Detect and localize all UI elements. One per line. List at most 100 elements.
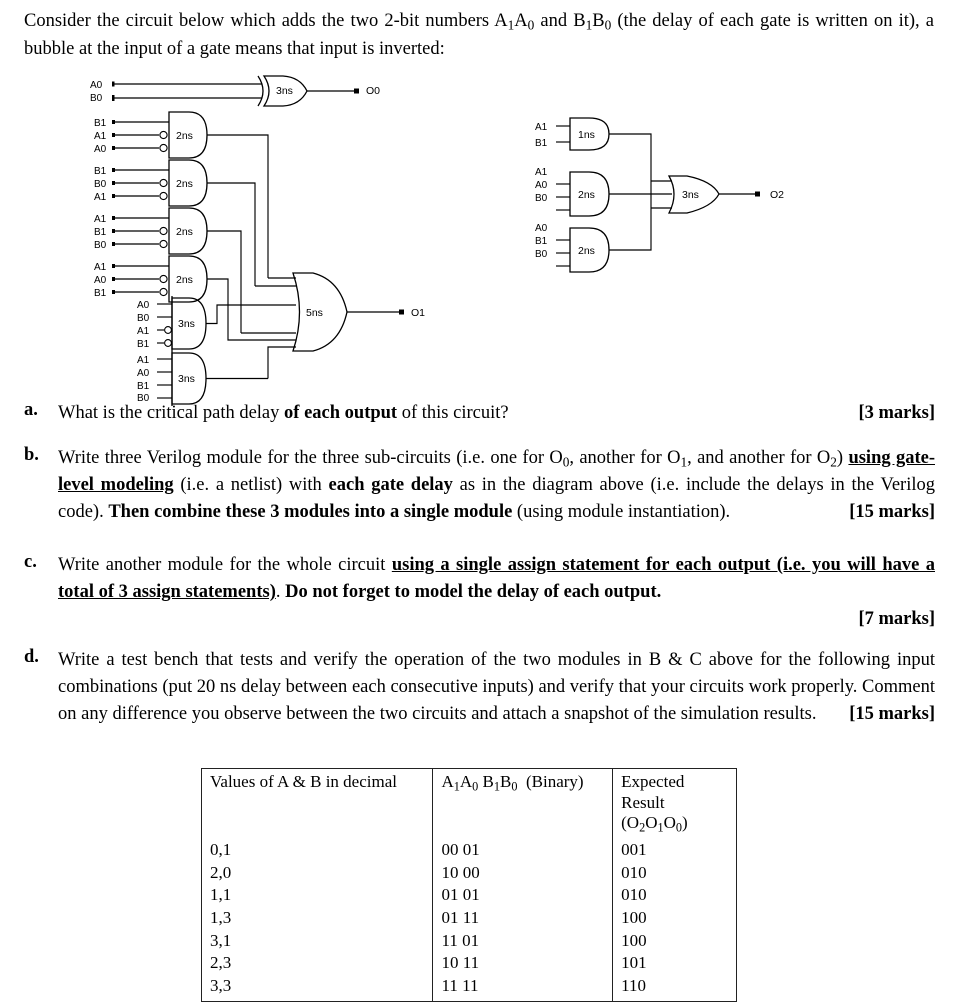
question-c-marks: [7 marks]	[858, 609, 935, 630]
question-item-d: d. Write a test bench that tests and ver…	[0, 647, 959, 728]
hdr-binary-paren: (Binary)	[517, 772, 584, 791]
qb-seg-2: , another for O	[569, 448, 681, 468]
g3-in-b1: B1	[94, 227, 107, 238]
gate-xor-3ns-o0: 3ns	[257, 75, 308, 107]
g5-in-b0: B0	[137, 313, 150, 324]
question-b-marks: [15 marks]	[849, 502, 935, 523]
gate-and-3ns-6: A1 A0 B1 B0 3ns	[137, 351, 207, 406]
qb-seg-12: (using module instantiation).	[512, 502, 731, 523]
g1-in-b1: B1	[94, 118, 107, 129]
gate-delay-o2-1: 1ns	[578, 129, 595, 141]
gate-or-5ns-o1: 5ns	[292, 272, 348, 352]
hdr-expected-line2: (O2O1O0)	[621, 813, 688, 835]
output-label-o0: O0	[366, 85, 380, 97]
table-row: 1,3 01 11 100	[200, 907, 737, 930]
question-item-a: a. What is the critical path delay of ea…	[0, 400, 959, 427]
cell-expected: 001	[612, 836, 737, 862]
qa-seg-0: What is the critical path delay	[58, 403, 285, 423]
table-header-row: Values of A & B in decimal A1A0 B1B0 (Bi…	[200, 767, 737, 837]
question-marker-a: a.	[24, 400, 38, 420]
qb-seg-11: Then combine these 3 modules into a sing…	[108, 502, 513, 523]
cell-expected: 010	[612, 884, 737, 908]
table-row: 2,0 10 00 010	[200, 861, 737, 885]
cell-decimal: 2,3	[200, 952, 434, 976]
intro-text-1: Consider the circuit below which adds th…	[24, 11, 508, 31]
table-row: 2,3 10 11 101	[200, 952, 737, 976]
cell-binary: 01 11	[432, 907, 614, 930]
table-header-expected: Expected Result (O2O1O0)	[612, 767, 737, 837]
question-body-a: What is the critical path delay of each …	[58, 400, 935, 427]
g5-in-a1: A1	[137, 326, 150, 337]
table-header-binary: A1A0 B1B0 (Binary)	[432, 767, 614, 837]
gate-delay-and5: 3ns	[178, 318, 195, 330]
gate-delay-and4: 2ns	[176, 274, 193, 286]
results-table-body: 0,1 00 01 001 2,0 10 00 010 1,1 01 01 01…	[200, 836, 737, 1002]
qc-seg-2: .	[275, 582, 286, 603]
cell-expected: 100	[612, 907, 737, 930]
gate-and-2ns-o2-3: A0 B1 B0 2ns	[535, 223, 610, 273]
question-item-c: c. Write another module for the whole ci…	[0, 552, 959, 633]
hdr-exp-sub0: 0	[675, 820, 683, 835]
o2g1-in-a1: A1	[535, 122, 548, 133]
table-row: 3,1 11 01 100	[200, 929, 737, 953]
g1-in-a0: A0	[94, 144, 107, 155]
cell-expected: 010	[612, 861, 737, 885]
question-body-b: Write three Verilog module for the three…	[58, 445, 935, 526]
g4-in-a0: A0	[94, 275, 107, 286]
intro-text-3: and B	[534, 11, 586, 31]
document-page: Consider the circuit below which adds th…	[0, 0, 959, 1002]
qb-seg-4: , and another for O	[687, 448, 831, 468]
g6-in-a0: A0	[137, 368, 150, 379]
intro-text-2: A	[514, 11, 528, 31]
g3-in-a1: A1	[94, 214, 107, 225]
question-d-marks: [15 marks]	[849, 704, 935, 725]
cell-decimal: 1,1	[200, 884, 434, 908]
gate-delay-o0: 3ns	[276, 85, 293, 97]
gate-and-3ns-5: A0 B0 A1 B1 3ns	[137, 296, 207, 351]
gate-and-2ns-4: A1 A0 B1 2ns	[94, 255, 208, 303]
cell-decimal: 0,1	[200, 836, 434, 862]
cell-expected: 101	[612, 952, 737, 976]
qb-seg-0: Write three Verilog module for the three…	[58, 448, 563, 468]
gate-delay-and6: 3ns	[178, 373, 195, 385]
question-a-text: What is the critical path delay of each …	[58, 400, 509, 427]
g3-in-b0: B0	[94, 240, 107, 251]
o2g3-in-b1: B1	[535, 236, 548, 247]
o2g3-in-a0: A0	[535, 223, 548, 234]
gate-or-3ns-o2: 3ns	[667, 175, 720, 214]
g6-in-b1: B1	[137, 381, 150, 392]
question-marker-b: b.	[24, 445, 39, 465]
subcircuit-o0: A0 B0 3ns O0	[90, 75, 380, 107]
hdr-expected-line1: Expected Result	[621, 772, 685, 812]
gate-delay-and3: 2ns	[176, 226, 193, 238]
hdr-exp-sub1: 1	[657, 820, 664, 835]
questions-list: a. What is the critical path delay of ea…	[0, 400, 959, 742]
results-table: Values of A & B in decimal A1A0 B1B0 (Bi…	[200, 767, 737, 1002]
hdr-exp-sub2: 2	[639, 820, 646, 835]
intro-text-4: B	[592, 11, 605, 31]
subcircuit-o1: B1 A1 A0 2ns B1 B0 A1 2ns A1 B1 B0 2ns A…	[94, 111, 425, 406]
intro-paragraph: Consider the circuit below which adds th…	[24, 8, 934, 62]
gate-and-2ns-1: B1 A1 A0 2ns	[94, 111, 208, 159]
cell-binary: 01 01	[432, 884, 614, 908]
gate-delay-o2-2: 2ns	[578, 189, 595, 201]
output-label-o1: O1	[411, 307, 425, 319]
o2g1-in-b1: B1	[535, 138, 548, 149]
cell-decimal: 2,0	[200, 861, 434, 885]
qc-seg-0: Write another module for the whole circu…	[58, 555, 392, 576]
gate-delay-or-o2: 3ns	[682, 189, 699, 201]
qb-seg-6: )	[836, 448, 849, 468]
gate-delay-or-o1: 5ns	[306, 307, 323, 319]
qa-seg-2: of this circuit?	[397, 403, 509, 423]
output-label-o2: O2	[770, 189, 784, 201]
qd-seg-0: Write a test bench that tests and verify…	[58, 650, 935, 725]
qb-seg-8: (i.e. a netlist) with	[173, 475, 329, 496]
g4-in-b1: B1	[94, 288, 107, 299]
gate-and-2ns-2: B1 B0 A1 2ns	[94, 159, 208, 207]
gate-delay-and1: 2ns	[176, 130, 193, 142]
cell-binary: 10 11	[432, 952, 614, 976]
g2-in-b0: B0	[94, 179, 107, 190]
gate-and-2ns-3: A1 B1 B0 2ns	[94, 207, 208, 255]
g1-in-a1: A1	[94, 131, 107, 142]
g6-in-a1: A1	[137, 355, 150, 366]
